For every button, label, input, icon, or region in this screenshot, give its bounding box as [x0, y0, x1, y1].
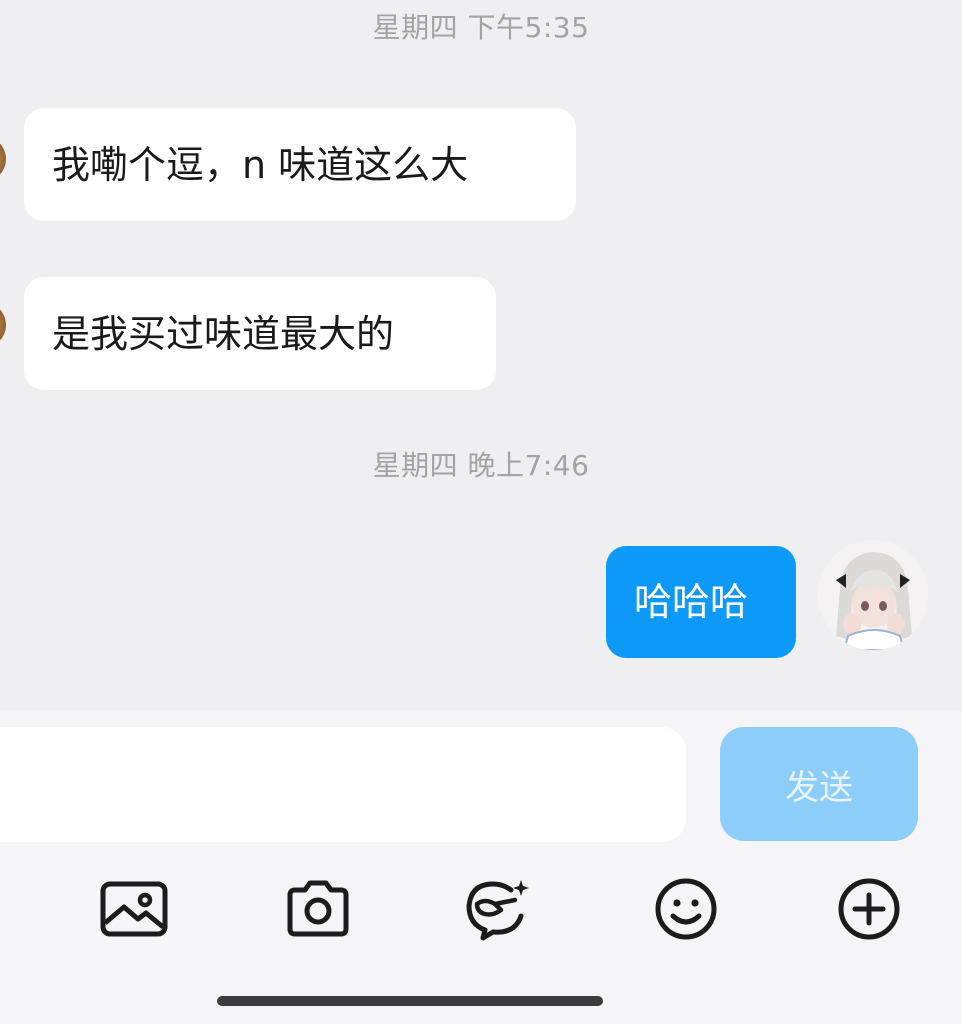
message-text: 我嘞个逗，n 味道这么大: [52, 142, 469, 187]
incoming-message-bubble[interactable]: 是我买过味道最大的: [24, 277, 496, 390]
message-input[interactable]: [0, 727, 686, 842]
emoji-icon[interactable]: [651, 876, 721, 942]
peer-avatar[interactable]: [0, 302, 6, 348]
ai-assistant-icon[interactable]: [463, 876, 533, 942]
message-text: 是我买过味道最大的: [52, 311, 395, 356]
timestamp: 星期四 晚上7:46: [372, 449, 590, 482]
message-list[interactable]: 星期四 下午5:35 我嘞个逗，n 味道这么大 是我买过味道最大的 星期四 晚上…: [0, 0, 962, 710]
send-button[interactable]: 发送: [720, 727, 918, 841]
home-indicator[interactable]: [217, 996, 603, 1006]
outgoing-message-bubble[interactable]: 哈哈哈: [606, 546, 796, 658]
plus-icon[interactable]: [834, 876, 904, 942]
message-text: 哈哈哈: [634, 580, 749, 624]
incoming-message-bubble[interactable]: 我嘞个逗，n 味道这么大: [24, 108, 576, 221]
peer-avatar[interactable]: [0, 136, 6, 182]
image-icon[interactable]: [99, 876, 169, 942]
avatar-image: [818, 540, 928, 650]
camera-icon[interactable]: [283, 876, 353, 942]
self-avatar[interactable]: [818, 540, 928, 650]
timestamp: 星期四 下午5:35: [372, 11, 590, 44]
